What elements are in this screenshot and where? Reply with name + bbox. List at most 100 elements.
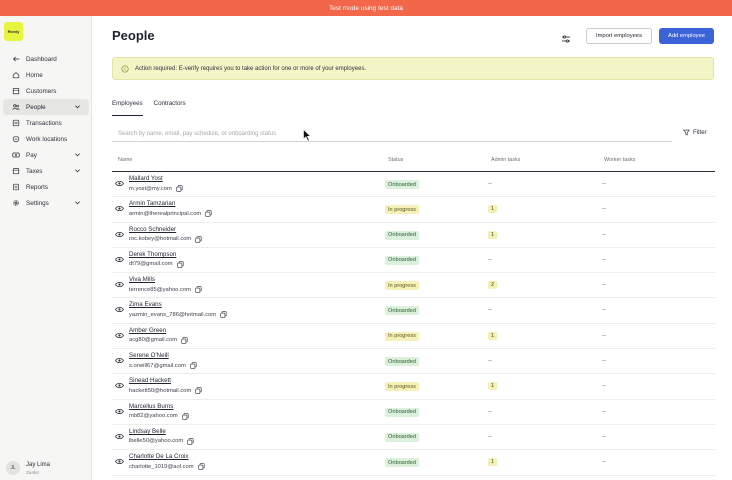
column-name[interactable]: Name xyxy=(118,157,132,163)
reports-icon xyxy=(11,182,21,192)
copy-icon[interactable] xyxy=(195,387,202,395)
table-row[interactable]: Amber Green acg80@gmail.com In progress 1 -- xyxy=(112,324,715,350)
table-row[interactable]: Serene O'Neill s.oneill67@gmail.com Onboar… xyxy=(112,349,715,375)
table-row[interactable]: Marcellus Burns mb82@yahoo.com Onboarded --… xyxy=(112,400,715,425)
column-status[interactable]: Status xyxy=(388,157,403,163)
employee-name-link[interactable]: Armin Tamzarian xyxy=(129,200,175,207)
eye-icon[interactable] xyxy=(115,256,124,263)
transactions-icon xyxy=(11,118,21,128)
table-header: Name Status Admin tasks Worker tasks xyxy=(112,154,715,172)
tab-employees[interactable]: Employees xyxy=(112,100,143,116)
sidebar-item-settings[interactable]: Settings xyxy=(3,195,89,211)
worker-tasks-count: -- xyxy=(602,358,606,365)
table-row[interactable]: Zima Evans yazmin_evans_786@hotmail.com On… xyxy=(112,298,715,324)
employee-email: armin@therealprincipal.com xyxy=(129,210,212,217)
copy-icon[interactable] xyxy=(181,337,188,344)
eye-icon[interactable] xyxy=(115,332,124,339)
mouse-cursor-icon xyxy=(303,129,311,142)
sidebar-item-customers[interactable]: Customers xyxy=(3,83,89,99)
eye-icon[interactable] xyxy=(115,281,124,288)
employee-name-link[interactable]: Mallard Yost xyxy=(129,175,163,182)
copy-icon[interactable] xyxy=(187,438,194,445)
table-row[interactable]: Derek Thompson dt79@gmail.com Onboarded -- -… xyxy=(112,248,715,274)
sidebar-item-label: Customers xyxy=(26,87,57,95)
user-profile[interactable]: JL Jay Lima Zealot xyxy=(6,458,86,478)
table-settings-icon[interactable] xyxy=(561,31,571,43)
copy-icon[interactable] xyxy=(197,463,205,470)
status-badge: Onboarded xyxy=(385,432,419,442)
copy-icon[interactable] xyxy=(190,362,197,369)
user-org: Zealot xyxy=(26,469,39,475)
eye-icon[interactable] xyxy=(115,458,124,465)
sidebar-nav: Dashboard Home Customers People Transactions… xyxy=(0,51,92,211)
sidebar-item-reports[interactable]: Reports xyxy=(3,179,89,195)
table-row[interactable]: Lindsay Belle lbelle50@yahoo.com Onboarded… xyxy=(112,425,715,451)
brand-logo[interactable]: Rivvly xyxy=(4,22,23,41)
employee-name-link[interactable]: Zima Evans xyxy=(129,301,162,308)
sidebar-item-work-locations[interactable]: Work locations xyxy=(3,131,89,147)
tab-contractors[interactable]: Contractors xyxy=(154,100,186,116)
page-title: People xyxy=(112,28,155,43)
worker-tasks-count: -- xyxy=(602,231,606,238)
table-row[interactable]: Rocco Schneider roc.kobey@hotmail.com Onbo… xyxy=(112,223,715,248)
employee-name-link[interactable]: Amber Green xyxy=(129,327,166,334)
worker-tasks-count: -- xyxy=(602,256,606,263)
table-row[interactable]: Sinead Hackett hackett50@hotmail.com In pr… xyxy=(112,374,715,400)
sidebar-item-transactions[interactable]: Transactions xyxy=(3,115,89,131)
add-employee-button[interactable]: Add employee xyxy=(659,28,714,44)
import-employees-button[interactable]: Import employees xyxy=(586,28,652,44)
sidebar-item-label: Pay xyxy=(26,151,37,159)
employee-email-text: acg80@gmail.com xyxy=(129,337,178,344)
admin-tasks-count: 1 xyxy=(488,230,498,239)
copy-icon[interactable] xyxy=(195,235,202,243)
copy-icon[interactable] xyxy=(195,286,202,293)
sidebar-item-dashboard[interactable]: Dashboard xyxy=(3,51,89,67)
employee-name-link[interactable]: Sinead Hackett xyxy=(129,377,171,384)
employee-name-link[interactable]: Rocco Schneider xyxy=(129,226,176,233)
eye-icon[interactable] xyxy=(115,357,124,364)
status-badge: In progress xyxy=(385,331,419,341)
eye-icon[interactable] xyxy=(115,382,124,389)
filter-button[interactable]: Filter xyxy=(683,129,707,136)
sidebar-item-people[interactable]: People xyxy=(3,99,89,115)
column-admin-tasks[interactable]: Admin tasks xyxy=(491,157,520,163)
status-badge: Onboarded xyxy=(385,458,419,468)
table-row[interactable]: Armin Tamzarian armin@therealprincipal.co… xyxy=(112,197,715,223)
status-badge: In progress xyxy=(385,382,419,392)
copy-icon[interactable] xyxy=(220,311,227,319)
employee-name-link[interactable]: Serene O'Neill xyxy=(129,352,169,359)
copy-icon[interactable] xyxy=(182,412,189,420)
eye-icon[interactable] xyxy=(115,433,124,440)
eye-icon[interactable] xyxy=(115,306,124,313)
employee-email: roc.kobey@hotmail.com xyxy=(129,235,202,243)
copy-icon[interactable] xyxy=(205,210,212,217)
search-input[interactable]: Search by name, email, pay schedule, or … xyxy=(112,126,672,142)
copy-icon[interactable] xyxy=(176,185,183,192)
employee-email: charlotte_1019@aol.com xyxy=(129,463,205,470)
action-required-alert: Action required: E-verify requires you t… xyxy=(112,57,714,80)
sidebar-item-label: Settings xyxy=(26,199,49,207)
employee-name-link[interactable]: Viva Mills xyxy=(129,276,155,283)
location-icon xyxy=(11,134,21,144)
employee-name-link[interactable]: Marcellus Burns xyxy=(129,403,173,410)
employee-name-link[interactable]: Derek Thompson xyxy=(129,251,176,258)
employee-name-link[interactable]: Charlotte De La Croix xyxy=(129,453,189,460)
eye-icon[interactable] xyxy=(115,408,124,415)
sidebar-item-taxes[interactable]: Taxes xyxy=(3,163,89,179)
chevron-down-icon xyxy=(75,201,80,205)
eye-icon[interactable] xyxy=(115,231,124,238)
admin-tasks-count: 1 xyxy=(488,382,498,391)
column-worker-tasks[interactable]: Worker tasks xyxy=(604,157,635,163)
table-row[interactable]: Mallard Yost m.yost@my.com Onboarded -- -- xyxy=(112,172,715,198)
employee-name-link[interactable]: Lindsay Belle xyxy=(129,428,166,435)
copy-icon[interactable] xyxy=(176,261,184,268)
employee-email: lbelle50@yahoo.com xyxy=(129,438,194,445)
table-row[interactable]: Charlotte De La Croix charlotte_1019@aol.… xyxy=(112,450,715,476)
table-row[interactable]: Viva Mills terrence85@yahoo.com In progres… xyxy=(112,273,715,299)
eye-icon[interactable] xyxy=(115,180,124,187)
sidebar-item-home[interactable]: Home xyxy=(3,67,89,83)
people-icon xyxy=(11,102,21,112)
eye-icon[interactable] xyxy=(115,205,124,212)
sidebar: Rivvly Dashboard Home Customers People Trans… xyxy=(0,16,92,480)
sidebar-item-pay[interactable]: Pay xyxy=(3,147,89,163)
